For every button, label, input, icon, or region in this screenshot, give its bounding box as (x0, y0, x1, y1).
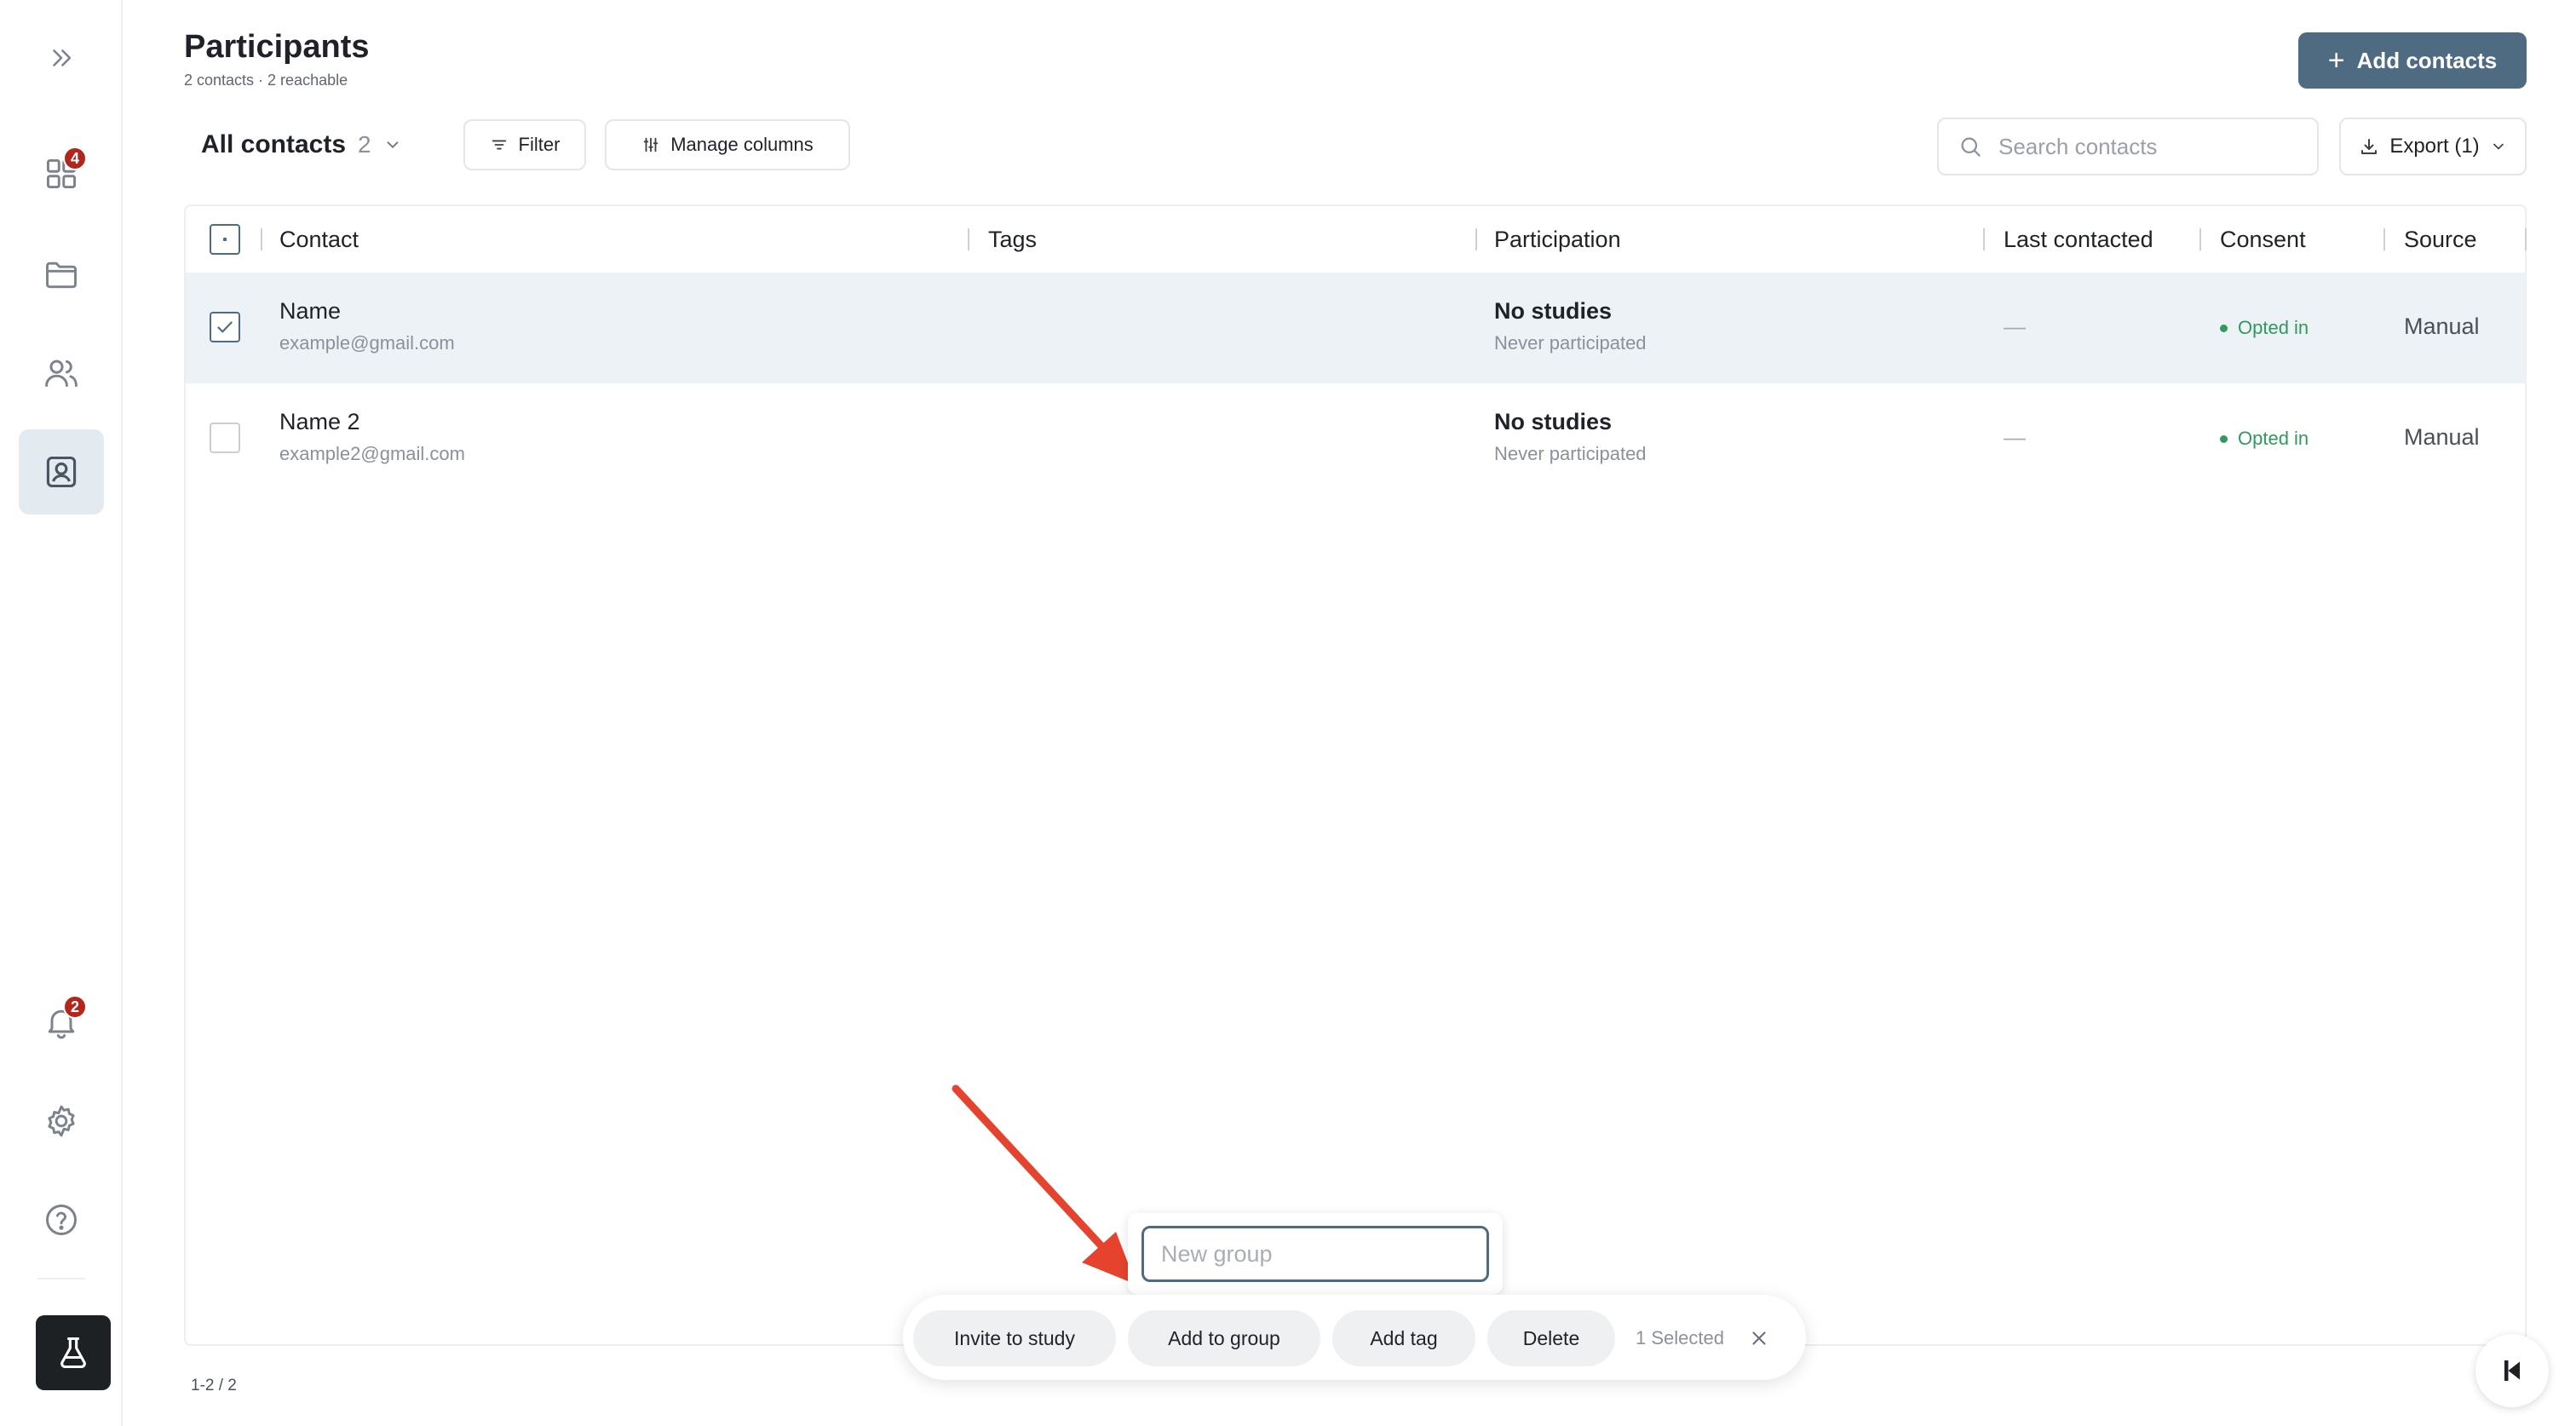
sidebar-divider (37, 1278, 85, 1279)
column-header-consent[interactable]: Consent (2220, 206, 2306, 273)
table-row[interactable]: Name 2 example2@gmail.com No studies Nev… (186, 383, 2525, 494)
select-all-checkbox[interactable] (210, 224, 240, 255)
table-header: Contact Tags Participation Last contacte… (186, 206, 2527, 273)
manage-columns-label: Manage columns (670, 134, 814, 155)
last-contacted-value: — (2004, 424, 2026, 450)
status-dot (2220, 324, 2228, 332)
add-contacts-button[interactable]: + Add contacts (2298, 32, 2527, 89)
sidebar: 4 2 (0, 0, 123, 1426)
sidebar-item-projects[interactable] (19, 232, 104, 317)
table-row[interactable]: Name example@gmail.com No studies Never … (186, 273, 2525, 383)
contact-email: example@gmail.com (279, 332, 455, 354)
contact-name[interactable]: Name (279, 298, 341, 325)
participation-status: No studies (1494, 298, 1613, 324)
last-contacted-value: — (2004, 313, 2026, 339)
chevron-down-icon (2493, 143, 2504, 150)
add-to-group-button[interactable]: Add to group (1128, 1310, 1320, 1366)
plus-icon: + (2327, 44, 2345, 77)
dashboard-badge: 4 (63, 147, 87, 170)
folder-icon (46, 262, 77, 289)
filter-button[interactable]: Filter (463, 119, 586, 170)
chat-logo-icon (2504, 1360, 2520, 1381)
sidebar-item-people[interactable] (19, 331, 104, 416)
bulk-action-bar: Invite to study Add to group Add tag Del… (903, 1295, 1806, 1380)
flask-icon (60, 1337, 86, 1369)
pagination-info: 1-2 / 2 (191, 1377, 237, 1394)
column-divider (1475, 228, 1477, 250)
column-header-tags[interactable]: Tags (988, 206, 1037, 273)
search-input[interactable] (1998, 133, 2305, 160)
contacts-table: Contact Tags Participation Last contacte… (184, 204, 2527, 1346)
gear-icon (48, 1105, 75, 1137)
export-button[interactable]: Export (1) (2339, 118, 2527, 175)
column-divider (261, 228, 262, 250)
delete-button[interactable]: Delete (1487, 1310, 1615, 1366)
support-chat-button[interactable] (2475, 1334, 2549, 1407)
consent-status: Opted in (2220, 428, 2309, 450)
chevrons-right-icon (53, 49, 72, 66)
column-divider (2383, 228, 2385, 250)
chevron-down-icon (387, 141, 399, 149)
add-tag-button[interactable]: Add tag (1332, 1310, 1475, 1366)
users-icon (45, 359, 78, 388)
sidebar-item-help[interactable] (19, 1177, 104, 1262)
column-divider (1983, 228, 1985, 250)
selected-count: 1 Selected (1636, 1327, 1724, 1348)
source-value: Manual (2404, 313, 2480, 339)
participation-status: No studies (1494, 409, 1613, 434)
participation-substatus: Never participated (1494, 443, 1647, 464)
column-header-contact[interactable]: Contact (279, 206, 359, 273)
contact-name[interactable]: Name 2 (279, 409, 360, 435)
contact-card-icon (46, 456, 77, 488)
column-divider (2525, 228, 2527, 250)
contact-view-select[interactable]: All contacts 2 (201, 126, 402, 164)
new-group-popover (1128, 1213, 1503, 1295)
column-header-participation[interactable]: Participation (1494, 206, 1621, 273)
consent-label: Opted in (2238, 428, 2309, 449)
page-subtitle: 2 contacts · 2 reachable (184, 72, 348, 89)
status-dot (2220, 434, 2228, 443)
consent-status: Opted in (2220, 317, 2309, 339)
sidebar-item-settings[interactable] (19, 1078, 104, 1164)
row-checkbox[interactable] (210, 312, 240, 342)
participation-substatus: Never participated (1494, 332, 1647, 354)
view-label: All contacts (201, 130, 347, 158)
sliders-icon (643, 137, 658, 152)
source-value: Manual (2404, 424, 2480, 450)
sidebar-item-contacts[interactable] (19, 429, 104, 515)
add-contacts-label: Add contacts (2356, 47, 2498, 73)
new-group-input[interactable] (1141, 1226, 1489, 1282)
notifications-badge: 2 (63, 995, 87, 1019)
invite-to-study-button[interactable]: Invite to study (913, 1310, 1116, 1366)
column-divider (2199, 228, 2201, 250)
manage-columns-button[interactable]: Manage columns (605, 119, 850, 170)
app-logo[interactable] (36, 1315, 111, 1390)
column-header-source[interactable]: Source (2404, 206, 2477, 273)
search-icon (1961, 137, 1981, 157)
app-root: 4 2 Participants 2 contacts · 2 reachabl… (0, 0, 2576, 1426)
filter-icon (492, 140, 506, 150)
contact-email: example2@gmail.com (279, 443, 465, 464)
export-label: Export (1) (2389, 135, 2480, 158)
sidebar-expand-button[interactable] (19, 15, 104, 101)
column-divider (968, 228, 969, 250)
page-title: Participants (184, 29, 370, 65)
view-count: 2 (358, 131, 371, 158)
sidebar-item-notifications[interactable]: 2 (19, 980, 104, 1065)
close-icon (1752, 1331, 1766, 1345)
search-box[interactable] (1937, 118, 2319, 175)
sidebar-item-dashboard[interactable]: 4 (19, 131, 104, 216)
clear-selection-button[interactable] (1746, 1325, 1772, 1351)
row-checkbox[interactable] (210, 423, 240, 453)
help-circle-icon (46, 1205, 77, 1235)
checkmark-icon (217, 321, 233, 333)
consent-label: Opted in (2238, 317, 2309, 338)
column-header-last-contacted[interactable]: Last contacted (2004, 206, 2153, 273)
download-icon (2361, 139, 2378, 154)
filter-label: Filter (518, 134, 561, 155)
